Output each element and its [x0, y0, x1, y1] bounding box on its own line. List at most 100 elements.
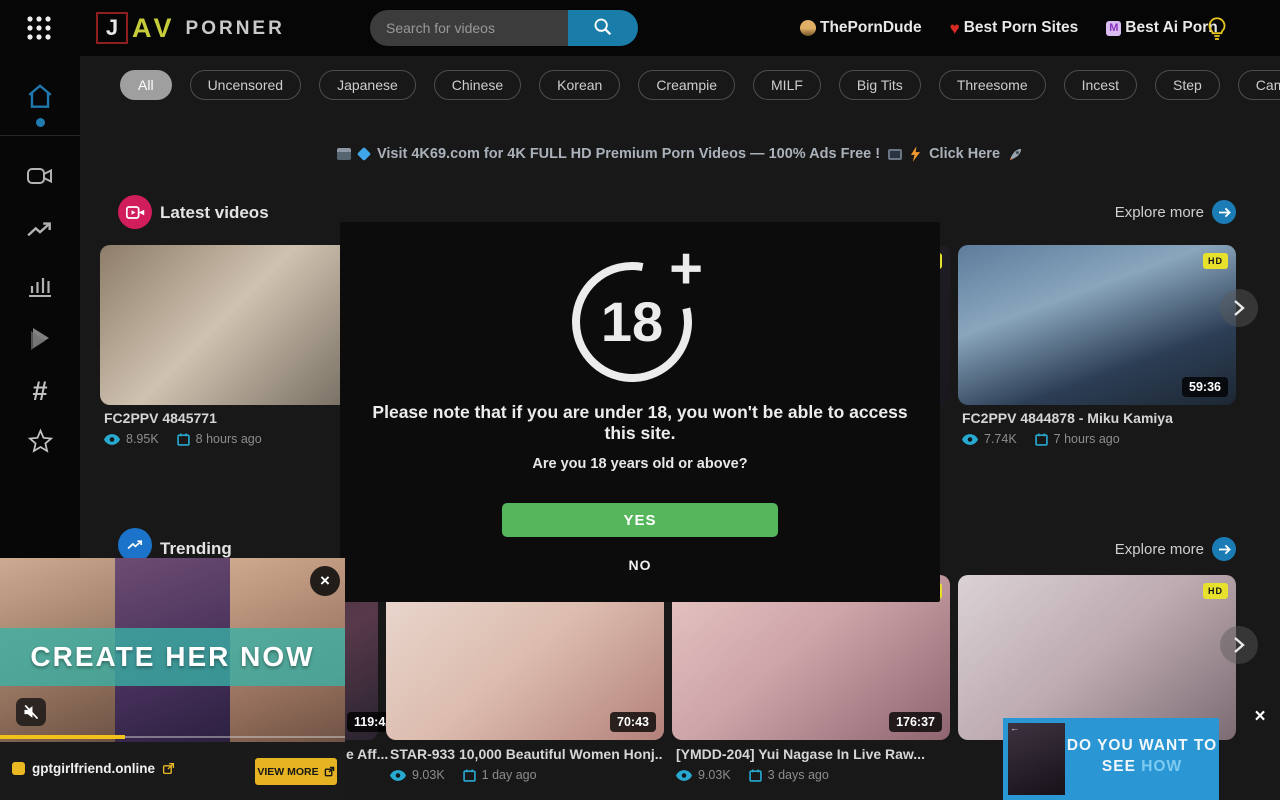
sidebar-item-favorites[interactable] [0, 428, 80, 454]
age-warning-text: Please note that if you are under 18, yo… [370, 402, 910, 444]
age-question-text: Are you 18 years old or above? [340, 456, 940, 472]
search-button[interactable] [568, 10, 638, 46]
star-icon [27, 428, 54, 454]
video-thumbnail[interactable]: HD [100, 245, 378, 405]
link-best-porn-sites[interactable]: ♥ Best Porn Sites [950, 19, 1079, 37]
corner-ad-text: DO YOU WANT TO SEE HOW [1065, 736, 1219, 778]
upload-age: 8 hours ago [196, 432, 262, 446]
rocket-icon [1008, 147, 1023, 162]
external-link-icon [162, 762, 175, 775]
category-pill-incest[interactable]: Incest [1064, 70, 1137, 100]
back-arrow-icon: ← [1010, 723, 1019, 733]
lightning-icon [910, 146, 921, 162]
category-pill-threesome[interactable]: Threesome [939, 70, 1046, 100]
category-pill-all[interactable]: All [120, 70, 172, 100]
upload-age: 3 days ago [768, 768, 829, 782]
promo-banner-link[interactable]: Visit 4K69.com for 4K FULL HD Premium Po… [80, 141, 1280, 167]
views-eye-icon [676, 770, 692, 781]
ad-progress-fill [0, 735, 125, 739]
external-link-icon [324, 766, 335, 777]
video-title[interactable]: FC2PPV 4844878 - Miku Kamiya [962, 410, 1234, 426]
carousel-next-button[interactable] [1220, 626, 1258, 664]
calendar-icon [1035, 433, 1048, 446]
search-bar [370, 10, 638, 46]
chevron-right-icon [1232, 299, 1246, 317]
ad-close-button[interactable]: × [310, 566, 340, 596]
banner-text: Visit 4K69.com for 4K FULL HD Premium Po… [377, 146, 880, 162]
upload-age: 1 day ago [482, 768, 537, 782]
link-best-ai-porn[interactable]: M Best Ai Porn [1106, 19, 1217, 37]
views-eye-icon [104, 434, 120, 445]
category-pill-uncensored[interactable]: Uncensored [190, 70, 302, 100]
trending-up-icon [26, 220, 54, 240]
category-pill-creampie[interactable]: Creampie [638, 70, 735, 100]
lightbulb-icon[interactable] [1205, 15, 1229, 41]
mute-button[interactable] [16, 698, 46, 726]
no-button[interactable]: NO [340, 557, 940, 573]
category-filter-bar: All Uncensored Japanese Chinese Korean C… [120, 70, 1280, 100]
ad-headline: CREATE HER NOW [30, 641, 314, 673]
view-count: 9.03K [412, 768, 445, 782]
latest-explore-more[interactable]: Explore more [1080, 200, 1236, 224]
muted-speaker-icon [22, 704, 40, 720]
ad-site-link[interactable]: gptgirlfriend.online [12, 761, 175, 776]
age-verification-modal: 18 + Please note that if you are under 1… [340, 222, 940, 602]
tv-icon [888, 149, 902, 160]
ad-headline-band: CREATE HER NOW [0, 628, 345, 686]
yes-button[interactable]: YES [502, 503, 778, 537]
latest-videos-title: Latest videos [160, 203, 269, 223]
category-pill-chinese[interactable]: Chinese [434, 70, 521, 100]
ad-thumbnail [1008, 723, 1065, 795]
view-count: 7.74K [984, 432, 1017, 446]
hd-badge: HD [1203, 583, 1228, 599]
video-meta: 9.03K 1 day ago [390, 768, 537, 782]
sidebar-item-videos[interactable] [0, 164, 80, 188]
apps-grid-icon[interactable] [26, 15, 52, 41]
ad-badge-icon [12, 762, 25, 775]
purple-m-icon: M [1106, 21, 1121, 36]
chevron-right-icon [1232, 636, 1246, 654]
video-thumbnail[interactable]: HD [958, 575, 1236, 740]
18-plus-icon: 18 + [560, 240, 720, 390]
link-theporndude[interactable]: ThePornDude [800, 19, 922, 37]
view-count: 9.03K [698, 768, 731, 782]
category-pill-milf[interactable]: MILF [753, 70, 821, 100]
video-title[interactable]: [YMDD-204] Yui Nagase In Live Raw... [676, 746, 948, 762]
video-title[interactable]: FC2PPV 4845771 [104, 410, 376, 426]
views-eye-icon [390, 770, 406, 781]
search-input[interactable] [370, 10, 568, 46]
video-camera-icon [26, 164, 54, 188]
trending-explore-more[interactable]: Explore more [1080, 537, 1236, 561]
trending-icon [118, 528, 152, 562]
sidebar-item-player[interactable] [0, 324, 80, 352]
category-pill-bigtits[interactable]: Big Tits [839, 70, 921, 100]
category-pill-cam[interactable]: Cam [1238, 70, 1280, 100]
sidebar-item-tags[interactable]: # [0, 376, 80, 407]
logo-j: J [96, 12, 128, 44]
corner-ad[interactable]: ← DO YOU WANT TO SEE HOW [1003, 718, 1219, 800]
video-title[interactable]: STAR-933 10,000 Beautiful Women Honj... [390, 746, 662, 762]
svg-text:+: + [669, 240, 703, 301]
category-pill-korean[interactable]: Korean [539, 70, 620, 100]
carousel-next-button[interactable] [1220, 289, 1258, 327]
sidebar-item-home[interactable] [0, 82, 80, 112]
top-header: J AV PORNER ThePornDude ♥ Best Porn Site… [0, 0, 1280, 56]
calendar-icon [177, 433, 190, 446]
view-more-button[interactable]: VIEW MORE [255, 758, 337, 785]
hd-badge: HD [1203, 253, 1228, 269]
video-ad[interactable]: CREATE HER NOW gptgirlfriend.online VIEW… [0, 558, 345, 800]
sidebar-item-stats[interactable] [0, 273, 80, 297]
site-logo[interactable]: J AV PORNER [96, 12, 285, 44]
category-pill-step[interactable]: Step [1155, 70, 1220, 100]
sidebar-item-trending[interactable] [0, 220, 80, 240]
duration-badge: 176:37 [889, 712, 942, 732]
calendar-icon [463, 769, 476, 782]
video-thumbnail[interactable]: HD 59:36 [958, 245, 1236, 405]
category-pill-japanese[interactable]: Japanese [319, 70, 416, 100]
corner-ad-close-button[interactable]: × [1248, 706, 1272, 730]
logo-name: PORNER [186, 18, 285, 40]
video-meta: 8.95K 8 hours ago [104, 432, 262, 446]
trending-title: Trending [160, 539, 232, 559]
arrow-right-icon [1212, 537, 1236, 561]
porndude-face-icon [800, 20, 816, 36]
